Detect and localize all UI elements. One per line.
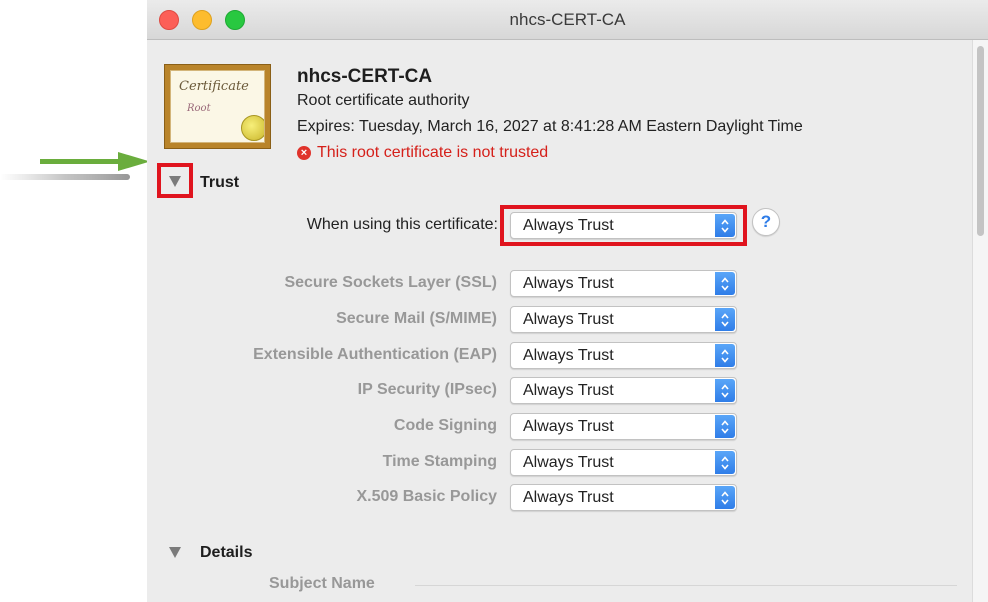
vertical-scrollbar[interactable]	[972, 40, 988, 602]
trust-warning-text: This root certificate is not trusted	[317, 144, 549, 161]
popup-value: Always Trust	[523, 347, 614, 364]
seal-icon	[241, 115, 264, 141]
chevron-updown-icon	[715, 308, 735, 331]
certificate-window: nhcs-CERT-CA Certificate Root nhcs-CERT-…	[147, 0, 988, 602]
details-disclosure-triangle-icon[interactable]	[169, 547, 181, 558]
certificate-kind: Root certificate authority	[297, 92, 470, 109]
policy-label-ipsec: IP Security (IPsec)	[357, 381, 497, 398]
title-bar: nhcs-CERT-CA	[147, 0, 988, 40]
policy-popup-ipsec[interactable]: Always Trust	[510, 377, 737, 404]
certificate-icon-paper: Certificate Root	[170, 70, 265, 143]
policy-popup-smime[interactable]: Always Trust	[510, 306, 737, 333]
policy-label-ssl: Secure Sockets Layer (SSL)	[284, 274, 497, 291]
policy-popup-ssl[interactable]: Always Trust	[510, 270, 737, 297]
policy-popup-code-signing[interactable]: Always Trust	[510, 413, 737, 440]
when-using-label: When using this certificate:	[306, 216, 498, 233]
trust-warning: × This root certificate is not trusted	[297, 144, 548, 162]
details-section-title: Details	[200, 544, 253, 561]
policy-label-x509: X.509 Basic Policy	[356, 488, 497, 505]
chevron-updown-icon	[715, 379, 735, 402]
policy-popup-x509[interactable]: Always Trust	[510, 484, 737, 511]
chevron-updown-icon	[715, 451, 735, 474]
popup-value: Always Trust	[523, 217, 614, 234]
certificate-name: nhcs-CERT-CA	[297, 66, 433, 87]
policy-label-code-signing: Code Signing	[393, 417, 497, 434]
popup-value: Always Trust	[523, 418, 614, 435]
popup-value: Always Trust	[523, 454, 614, 471]
when-using-popup[interactable]: Always Trust	[510, 212, 737, 239]
popup-value: Always Trust	[523, 311, 614, 328]
certificate-icon-subscript: Root	[187, 103, 211, 114]
policy-popup-time-stamping[interactable]: Always Trust	[510, 449, 737, 476]
help-button[interactable]: ?	[752, 208, 780, 236]
trust-section-title: Trust	[200, 174, 240, 191]
window-title: nhcs-CERT-CA	[509, 10, 626, 29]
warning-icon: ×	[297, 146, 311, 160]
certificate-icon: Certificate Root	[164, 64, 271, 149]
disclosure-triangle-icon[interactable]	[169, 176, 181, 187]
subject-name-label: Subject Name	[269, 575, 375, 592]
chevron-updown-icon	[715, 344, 735, 367]
chevron-updown-icon	[715, 415, 735, 438]
policy-label-time-stamping: Time Stamping	[382, 453, 497, 470]
chevron-updown-icon	[715, 272, 735, 295]
annotation-arrow-icon	[0, 152, 150, 180]
policy-popup-eap[interactable]: Always Trust	[510, 342, 737, 369]
certificate-expiry: Expires: Tuesday, March 16, 2027 at 8:41…	[297, 118, 803, 135]
scrollbar-thumb[interactable]	[977, 46, 984, 236]
popup-value: Always Trust	[523, 275, 614, 292]
popup-value: Always Trust	[523, 489, 614, 506]
chevron-updown-icon	[715, 486, 735, 509]
popup-value: Always Trust	[523, 382, 614, 399]
policy-label-smime: Secure Mail (S/MIME)	[336, 310, 497, 327]
chevron-updown-icon	[715, 214, 735, 237]
divider	[415, 585, 957, 586]
certificate-icon-script: Certificate	[179, 79, 249, 94]
policy-label-eap: Extensible Authentication (EAP)	[253, 346, 497, 363]
